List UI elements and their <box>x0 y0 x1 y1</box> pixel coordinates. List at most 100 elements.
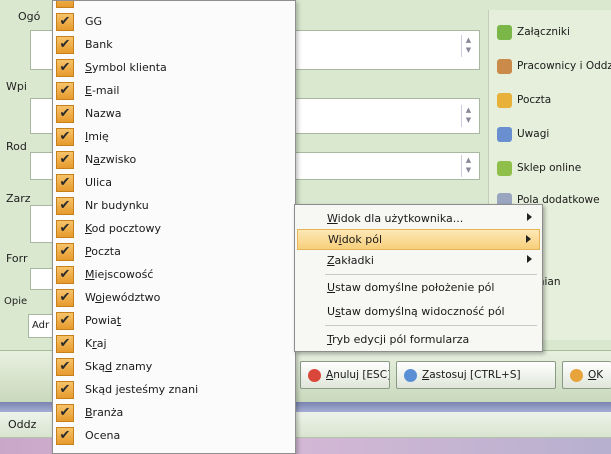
checkbox-checked-icon[interactable]: ✔ <box>56 288 74 307</box>
context-menu-item-label: Ustaw domyślne położenie pól <box>327 281 495 294</box>
checklist-item-label: E-mail <box>85 84 120 97</box>
checkbox-checked-icon[interactable]: ✔ <box>56 173 74 192</box>
checkbox-checked-icon[interactable]: ✔ <box>56 357 74 376</box>
shop-icon <box>497 160 512 176</box>
checklist-item-label: Branża <box>85 406 124 419</box>
checklist-item[interactable]: ✔ Poczta <box>53 240 295 263</box>
panel-item-zalaczniki[interactable]: Załączniki <box>497 22 570 42</box>
checklist-item-label: Imię <box>85 130 109 143</box>
note-icon <box>497 126 512 142</box>
checkbox-checked-icon[interactable]: ✔ <box>56 150 74 169</box>
menu-separator <box>325 325 537 326</box>
checklist-item-label: Nazwa <box>85 107 122 120</box>
form-label-opiekun: Opie <box>4 296 28 307</box>
spin-icon[interactable]: ▲ ▼ <box>461 105 475 127</box>
checkbox-checked-icon[interactable]: ✔ <box>56 104 74 123</box>
checklist-item-label: Symbol klienta <box>85 61 167 74</box>
checkbox-checked-icon[interactable]: ✔ <box>56 219 74 238</box>
checklist-item[interactable]: ✔ Nr budynku <box>53 194 295 217</box>
form-label-forma: Forr <box>6 252 28 265</box>
checkbox-checked-icon[interactable]: ✔ <box>56 35 74 54</box>
context-menu: Widok dla użytkownika... Widok pól Zakładk… <box>294 204 543 352</box>
checklist-item[interactable]: ✔ Miejscowość <box>53 263 295 286</box>
checklist-item-label: Skąd znamy <box>85 360 153 373</box>
checkbox-checked-icon[interactable]: ✔ <box>56 334 74 353</box>
form-label-ogolne: Ogó <box>18 10 41 23</box>
form-label-zarzad: Zarz <box>6 192 31 205</box>
checklist-item[interactable]: ✔ <box>53 1 295 10</box>
context-menu-item[interactable]: Tryb edycji pól formularza <box>297 329 540 350</box>
checklist-item[interactable]: ✔ Powiat <box>53 309 295 332</box>
checklist-item[interactable]: ✔ Nazwisko <box>53 148 295 171</box>
checklist-item-label: Ocena <box>85 429 121 442</box>
checklist-item[interactable]: ✔ Symbol klienta <box>53 56 295 79</box>
checklist-item-label: Ulica <box>85 176 112 189</box>
panel-item-sklep-online[interactable]: Sklep online <box>497 158 581 178</box>
context-menu-item[interactable]: Widok dla użytkownika... <box>297 208 540 229</box>
tab-oddzialy[interactable]: Oddz <box>8 418 36 431</box>
checklist-item-label: Nazwisko <box>85 153 137 166</box>
apply-button[interactable]: Zastosuj [CTRL+S] <box>396 361 556 389</box>
panel-item-uwagi[interactable]: Uwagi <box>497 124 549 144</box>
checklist-item-label: Województwo <box>85 291 161 304</box>
checklist-item-label: GG <box>85 15 103 28</box>
people-icon <box>497 58 512 74</box>
checklist-item[interactable]: ✔ Bank <box>53 33 295 56</box>
checkbox-checked-icon[interactable]: ✔ <box>56 242 74 261</box>
submenu-arrow-icon <box>526 235 531 243</box>
form-label-adres: Adr <box>32 320 50 331</box>
checklist-item-label: Powiat <box>85 314 122 327</box>
context-menu-item-label: Widok pól <box>328 233 383 246</box>
checkbox-checked-icon[interactable]: ✔ <box>56 81 74 100</box>
checkbox-checked-icon[interactable]: ✔ <box>56 58 74 77</box>
checklist-item-label: Skąd jesteśmy znani <box>85 383 199 396</box>
checkbox-checked-icon[interactable]: ✔ <box>56 196 74 215</box>
checkbox-checked-icon[interactable]: ✔ <box>56 403 74 422</box>
cancel-button[interactable]: Anuluj [ESC] <box>300 361 390 389</box>
envelope-icon <box>497 92 512 108</box>
context-menu-item[interactable]: Ustaw domyślne położenie pól <box>297 277 540 298</box>
checkbox-checked-icon[interactable]: ✔ <box>56 12 74 31</box>
checklist-item[interactable]: ✔ Kod pocztowy <box>53 217 295 240</box>
checklist-item[interactable]: ✔ Ulica <box>53 171 295 194</box>
panel-item-pracownicy[interactable]: Pracownicy i Oddzi <box>497 56 611 76</box>
checkbox-checked-icon[interactable]: ✔ <box>56 380 74 399</box>
checklist-item[interactable]: ✔ E-mail <box>53 79 295 102</box>
checklist-item-label: Nr budynku <box>85 199 149 212</box>
checklist-item[interactable]: ✔ Kraj <box>53 332 295 355</box>
checkbox-checked-icon[interactable]: ✔ <box>56 311 74 330</box>
checkbox-checked-icon[interactable]: ✔ <box>56 127 74 146</box>
checklist-item-label: Kod pocztowy <box>85 222 161 235</box>
checkbox-checked-icon[interactable]: ✔ <box>56 1 74 8</box>
context-menu-item-label: Zakładki <box>327 254 374 267</box>
ok-icon <box>570 368 583 382</box>
checklist-item-label: Bank <box>85 38 113 51</box>
checklist-item[interactable]: ✔ Skąd znamy <box>53 355 295 378</box>
checklist-item[interactable]: ✔ GG <box>53 10 295 33</box>
submenu-arrow-icon <box>527 255 532 263</box>
checklist-item-label: Miejscowość <box>85 268 154 281</box>
checklist-item-label: Kraj <box>85 337 107 350</box>
context-menu-item-label: Ustaw domyślną widoczność pól <box>327 305 505 318</box>
paperclip-icon <box>497 24 512 40</box>
spin-icon[interactable]: ▲ ▼ <box>461 35 475 57</box>
panel-item-poczta[interactable]: Poczta <box>497 90 551 110</box>
checklist-item[interactable]: ✔ Imię <box>53 125 295 148</box>
field-visibility-list[interactable]: ✔ ✔ GG ✔ Bank ✔ Symbol klienta ✔ E-mail ✔ Nazwa ✔ Im… <box>52 0 296 454</box>
context-menu-item-label: Tryb edycji pól formularza <box>327 333 470 346</box>
context-menu-item[interactable]: Zakładki <box>297 250 540 271</box>
checklist-item[interactable]: ✔ Województwo <box>53 286 295 309</box>
ok-button[interactable]: OK <box>562 361 611 389</box>
checklist-item[interactable]: ✔ Branża <box>53 401 295 424</box>
checklist-item[interactable]: ✔ Skąd jesteśmy znani <box>53 378 295 401</box>
context-menu-item[interactable]: Widok pól <box>297 229 540 250</box>
apply-icon <box>404 368 417 382</box>
context-menu-item[interactable]: Ustaw domyślną widoczność pól <box>297 301 540 322</box>
checklist-item[interactable]: ✔ Ocena <box>53 424 295 447</box>
checkbox-checked-icon[interactable]: ✔ <box>56 265 74 284</box>
form-label-rodzaj: Rod <box>6 140 27 153</box>
spin-icon[interactable]: ▲ ▼ <box>461 155 475 177</box>
checklist-item[interactable]: ✔ Nazwa <box>53 102 295 125</box>
menu-separator <box>325 274 537 275</box>
checkbox-checked-icon[interactable]: ✔ <box>56 426 74 445</box>
